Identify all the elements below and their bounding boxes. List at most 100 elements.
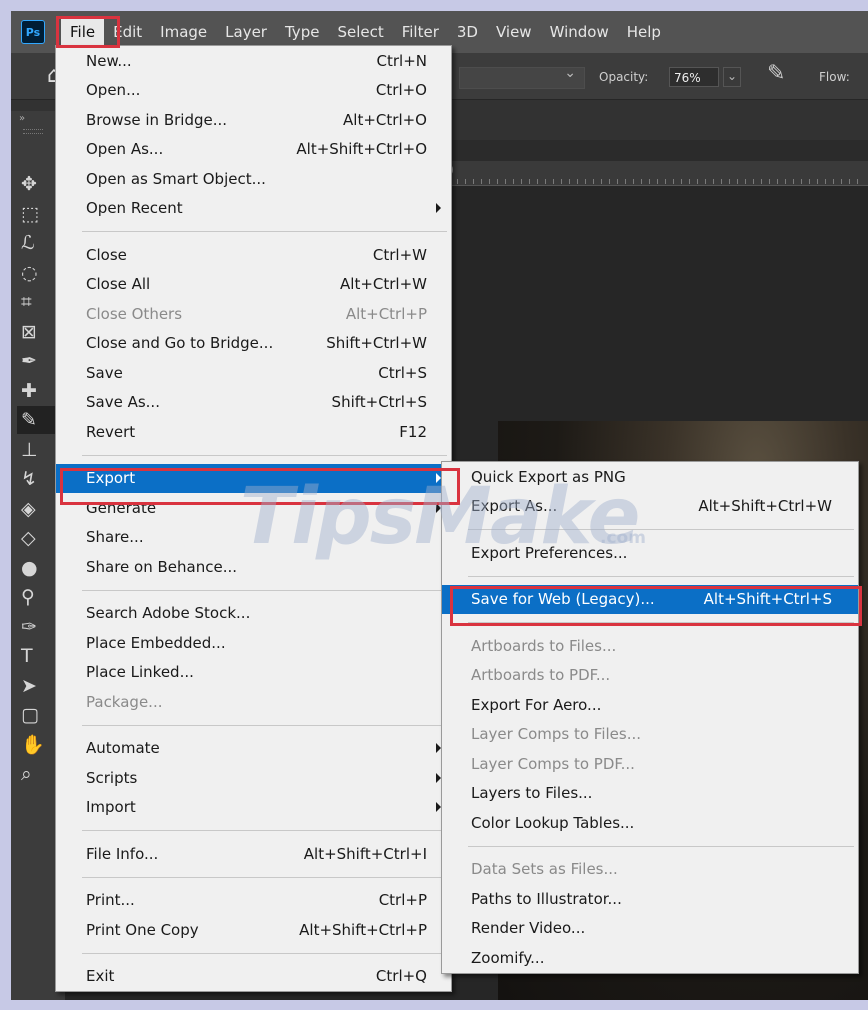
ruler-tick [617,179,618,184]
opacity-field[interactable]: 76% [669,67,719,87]
file-menu-item-open-recent[interactable]: Open Recent [56,194,451,224]
file-menu-item-search-adobe-stock[interactable]: Search Adobe Stock... [56,599,451,629]
quick-select-icon[interactable]: ◌ [17,259,59,287]
panel-grip[interactable] [23,129,43,134]
type-icon[interactable]: T [17,642,59,670]
menu-item-label: Paths to Illustrator... [471,889,622,908]
file-menu-item-print-one-copy[interactable]: Print One Copy Alt+Shift+Ctrl+P [56,915,451,945]
file-menu-item-save-as[interactable]: Save As... Shift+Ctrl+S [56,388,451,418]
menu-item-shortcut: Alt+Shift+Ctrl+I [303,844,427,863]
export-menu-item-paths-to-illustrator[interactable]: Paths to Illustrator... [442,884,858,914]
menu-item-label: Open As... [86,140,164,159]
ruler-tick [793,179,794,184]
menu-edit[interactable]: Edit [104,16,151,48]
frame-icon[interactable]: ⊠ [17,318,59,346]
file-menu-item-new[interactable]: New... Ctrl+N [56,46,451,76]
paint-bucket-icon[interactable]: ◇ [17,524,59,552]
file-menu-item-open-as-smart-object[interactable]: Open as Smart Object... [56,164,451,194]
blur-icon[interactable]: ● [17,554,59,582]
menu-view[interactable]: View [487,16,541,48]
lasso-icon[interactable]: ℒ [17,229,59,257]
file-menu-item-generate[interactable]: Generate [56,493,451,523]
stamp-icon[interactable]: ⊥ [17,436,59,464]
menu-3d[interactable]: 3D [448,16,487,48]
menu-filter[interactable]: Filter [393,16,448,48]
menu-image[interactable]: Image [151,16,216,48]
menu-type[interactable]: Type [276,16,328,48]
file-menu-item-place-embedded[interactable]: Place Embedded... [56,628,451,658]
menu-window[interactable]: Window [541,16,618,48]
menu-help[interactable]: Help [618,16,670,48]
move-icon[interactable]: ✥ [17,170,59,198]
export-menu-item-render-video[interactable]: Render Video... [442,914,858,944]
opacity-dropdown[interactable]: ⌄ [723,67,741,87]
file-menu-item-open-as[interactable]: Open As... Alt+Shift+Ctrl+O [56,135,451,165]
hand-icon[interactable]: ✋ [17,731,59,759]
file-menu-item-exit[interactable]: Exit Ctrl+Q [56,962,451,992]
export-menu-item-color-lookup-tables[interactable]: Color Lookup Tables... [442,808,858,838]
zoom-icon[interactable]: ⌕ [17,760,59,788]
file-menu-item-revert[interactable]: Revert F12 [56,417,451,447]
dodge-icon[interactable]: ⚲ [17,583,59,611]
healing-icon[interactable]: ✚ [17,377,59,405]
history-brush-icon[interactable]: ↯ [17,465,59,493]
menu-item-label: Export As... [471,497,558,516]
menu-select[interactable]: Select [328,16,392,48]
export-menu-item-export-as[interactable]: Export As... Alt+Shift+Ctrl+W [442,492,858,522]
export-menu-item-layers-to-files[interactable]: Layers to Files... [442,779,858,809]
file-menu-item-place-linked[interactable]: Place Linked... [56,658,451,688]
marquee-icon[interactable]: ⬚ [17,200,59,228]
file-menu-item-save[interactable]: Save Ctrl+S [56,358,451,388]
file-menu-item-browse-in-bridge[interactable]: Browse in Bridge... Alt+Ctrl+O [56,105,451,135]
export-menu-item-zoomify[interactable]: Zoomify... [442,943,858,973]
photoshop-logo: Ps [21,20,45,44]
ruler-tick [497,179,498,184]
ruler-tick [641,179,642,184]
file-menu-item-close[interactable]: Close Ctrl+W [56,240,451,270]
export-menu-item-quick-export-as-png[interactable]: Quick Export as PNG [442,462,858,492]
export-menu-item-save-for-web-legacy[interactable]: Save for Web (Legacy)... Alt+Shift+Ctrl+S [442,584,858,614]
file-menu-item-close-all[interactable]: Close All Alt+Ctrl+W [56,270,451,300]
file-menu-item-export[interactable]: Export [56,463,451,493]
mode-dropdown[interactable] [459,65,585,89]
menu-item-label: Zoomify... [471,948,545,967]
export-menu-item-artboards-to-files: Artboards to Files... [442,631,858,661]
brush-icon[interactable]: ✎ [17,406,59,434]
menu-item-shortcut: Shift+Ctrl+S [331,393,427,412]
file-menu-item-share[interactable]: Share... [56,523,451,553]
menu-layer[interactable]: Layer [216,16,276,48]
file-menu-item-share-on-behance[interactable]: Share on Behance... [56,552,451,582]
ruler-tick [545,179,546,184]
file-menu-item-open[interactable]: Open... Ctrl+O [56,76,451,106]
file-menu-item-scripts[interactable]: Scripts [56,763,451,793]
ruler-tick [857,179,858,184]
menu-item-label: Export [86,469,136,488]
menu-item-label: Share on Behance... [86,557,238,576]
ruler-tick [825,179,826,184]
export-menu-item-export-for-aero[interactable]: Export For Aero... [442,690,858,720]
menu-item-label: Artboards to Files... [471,636,617,655]
menu-item-label: Save [86,363,123,382]
collapse-panel-icon[interactable]: » [19,113,25,124]
eraser-icon[interactable]: ◈ [17,495,59,523]
airbrush-icon[interactable]: ✎ [767,61,785,86]
file-menu-item-automate[interactable]: Automate [56,734,451,764]
shape-icon[interactable]: ▢ [17,701,59,729]
export-menu-item-export-preferences[interactable]: Export Preferences... [442,538,858,568]
menu-file[interactable]: File [61,16,105,48]
menu-separator [82,724,447,726]
file-menu-item-print[interactable]: Print... Ctrl+P [56,886,451,916]
path-select-icon[interactable]: ➤ [17,672,59,700]
file-menu: New... Ctrl+N Open... Ctrl+O Browse in Bridg… [55,45,452,992]
file-menu-item-import[interactable]: Import [56,793,451,823]
pen-icon[interactable]: ✑ [17,613,59,641]
ruler-tick [761,179,762,184]
ruler-tick [593,179,594,184]
crop-icon[interactable]: ⌗ [17,288,59,316]
file-menu-item-file-info[interactable]: File Info... Alt+Shift+Ctrl+I [56,839,451,869]
menu-item-label: Open as Smart Object... [86,169,266,188]
ruler-tick [697,179,698,184]
export-menu-item-artboards-to-pdf: Artboards to PDF... [442,661,858,691]
eyedropper-icon[interactable]: ✒ [17,347,59,375]
file-menu-item-close-and-go-to-bridge[interactable]: Close and Go to Bridge... Shift+Ctrl+W [56,329,451,359]
